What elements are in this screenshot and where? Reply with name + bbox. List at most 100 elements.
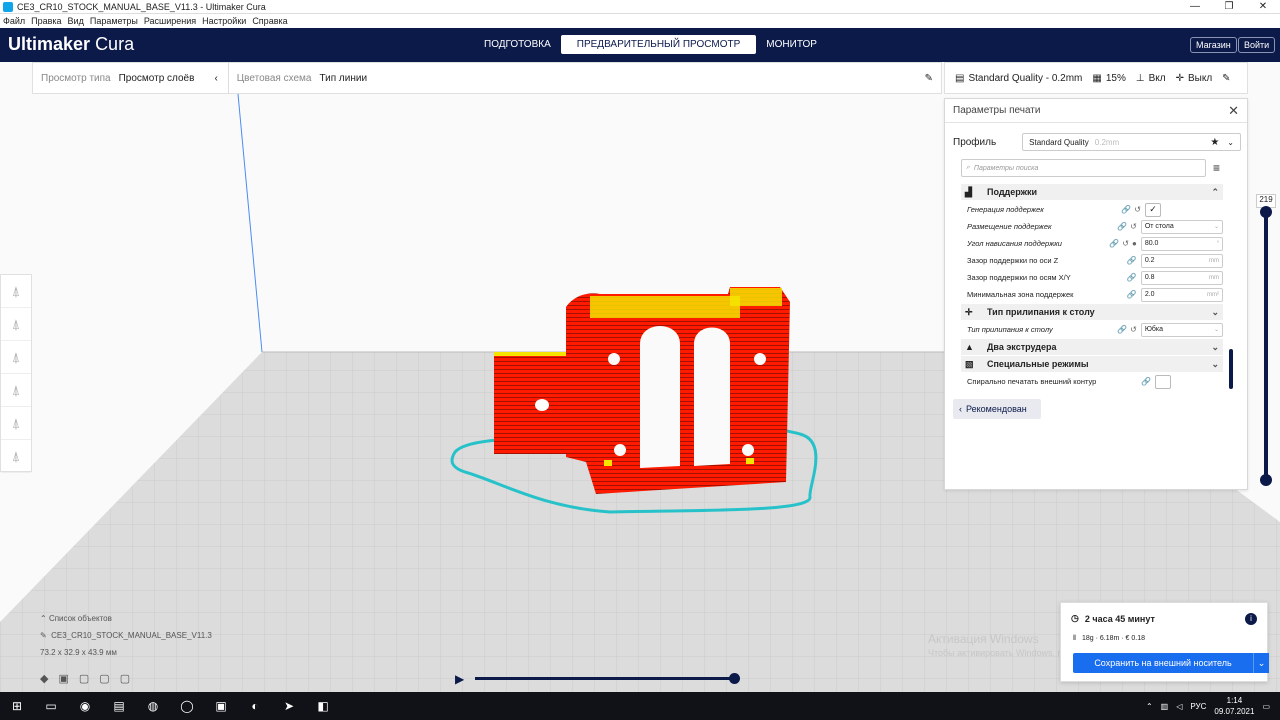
reset-icon[interactable]: ↺ xyxy=(1122,239,1129,248)
tab-prepare[interactable]: ПОДГОТОВКА xyxy=(474,35,561,54)
object-list-toggle[interactable]: Список объектов xyxy=(49,614,112,623)
tab-monitor[interactable]: МОНИТОР xyxy=(756,35,827,54)
layer-track[interactable] xyxy=(1264,214,1268,482)
chevron-down-icon[interactable]: ⌄ xyxy=(1253,653,1269,673)
rotate-tool-icon[interactable]: ⍋ xyxy=(1,341,31,374)
support-blocker-icon[interactable]: ⍋ xyxy=(1,440,31,473)
chevron-down-icon: ⌄ xyxy=(1211,358,1219,369)
link-icon[interactable]: 🔗 xyxy=(1141,377,1151,386)
menu-view[interactable]: Вид xyxy=(65,16,87,26)
pencil-icon[interactable]: ✎ xyxy=(40,631,47,640)
3d-viewport[interactable]: Просмотр типа Просмотр слоёв ‹ Цветовая … xyxy=(0,62,1280,692)
support-xy-distance-input[interactable]: 0.8 mm xyxy=(1140,270,1223,285)
menu-preferences[interactable]: Настройки xyxy=(199,16,249,26)
reset-icon[interactable]: ↺ xyxy=(1134,205,1141,214)
category-adhesion[interactable]: ✛ Тип прилипания к столу ⌄ xyxy=(961,304,1223,320)
category-support[interactable]: ▟ Поддержки ⌃ xyxy=(961,184,1223,200)
recommended-button[interactable]: ‹ Рекомендован xyxy=(953,399,1041,419)
pencil-icon[interactable]: ✎ xyxy=(925,73,933,84)
star-icon[interactable]: ★ xyxy=(1210,137,1219,148)
min-support-area-input[interactable]: 2.0 mm² xyxy=(1140,287,1223,302)
path-track[interactable] xyxy=(475,677,735,680)
move-tool-icon[interactable]: ⍋ xyxy=(1,275,31,308)
profile-select[interactable]: Standard Quality 0.2mm ★ ⌄ xyxy=(1022,133,1241,151)
link-icon[interactable]: 🔗 xyxy=(1109,239,1119,248)
function-icon[interactable]: ● xyxy=(1132,239,1137,248)
info-icon[interactable]: i xyxy=(1245,613,1257,625)
maximize-button[interactable]: ❐ xyxy=(1212,1,1246,12)
view-type-select[interactable]: Просмотр слоёв xyxy=(119,73,195,84)
menu-settings[interactable]: Параметры xyxy=(87,16,141,26)
support-angle-input[interactable]: 80.0 ° xyxy=(1140,236,1223,251)
opera-icon[interactable]: ◯ xyxy=(170,692,204,720)
cura-taskbar-icon[interactable]: ◧ xyxy=(306,692,340,720)
layer-slider[interactable]: 219 xyxy=(1256,194,1276,494)
category-special-modes[interactable]: ▧ Специальные режимы ⌄ xyxy=(961,356,1223,372)
discord-icon[interactable]: ◐ xyxy=(238,692,272,720)
left-view-icon[interactable]: ▢ xyxy=(99,672,109,685)
reset-icon[interactable]: ↺ xyxy=(1130,222,1137,231)
clock[interactable]: 1:14 09.07.2021 xyxy=(1214,695,1254,717)
layer-bottom-handle[interactable] xyxy=(1260,474,1272,486)
menu-edit[interactable]: Правка xyxy=(28,16,64,26)
per-model-settings-icon[interactable]: ⍋ xyxy=(1,407,31,440)
camera-view-buttons: ◆ ▣ ▢ ▢ ▢ xyxy=(40,672,130,685)
minimize-button[interactable]: — xyxy=(1178,1,1212,12)
top-view-icon[interactable]: ▢ xyxy=(79,672,89,685)
menu-extensions[interactable]: Расширения xyxy=(141,16,199,26)
layer-top-handle[interactable] xyxy=(1260,206,1272,218)
tab-preview[interactable]: ПРЕДВАРИТЕЛЬНЫЙ ПРОСМОТР xyxy=(560,35,757,54)
save-to-removable-button[interactable]: Сохранить на внешний носитель xyxy=(1073,653,1253,673)
firefox-icon[interactable]: ◍ xyxy=(136,692,170,720)
right-view-icon[interactable]: ▢ xyxy=(120,672,130,685)
link-icon[interactable]: 🔗 xyxy=(1117,222,1127,231)
object-name: CE3_CR10_STOCK_MANUAL_BASE_V11.3 xyxy=(51,631,212,640)
path-handle[interactable] xyxy=(729,673,740,684)
chrome-icon[interactable]: ◉ xyxy=(68,692,102,720)
mirror-tool-icon[interactable]: ⍋ xyxy=(1,374,31,407)
close-button[interactable]: ✕ xyxy=(1246,1,1280,12)
app-icon[interactable]: ▣ xyxy=(204,692,238,720)
menu-help[interactable]: Справка xyxy=(249,16,290,26)
link-icon[interactable]: 🔗 xyxy=(1127,273,1137,282)
language-indicator[interactable]: РУС xyxy=(1190,702,1206,711)
notifications-icon[interactable]: ▭ xyxy=(1262,702,1270,711)
menu-icon[interactable]: ≡ xyxy=(1213,161,1220,175)
notepad-icon[interactable]: ▤ xyxy=(102,692,136,720)
play-icon[interactable]: ▶ xyxy=(455,672,464,686)
app-header: Ultimaker Cura ПОДГОТОВКА ПРЕДВАРИТЕЛЬНЫ… xyxy=(0,28,1280,62)
adhesion-type-select[interactable]: Юбка ⌄ xyxy=(1140,322,1223,337)
tray-chevron-icon[interactable]: ⌃ xyxy=(1146,702,1153,711)
close-icon[interactable]: ✕ xyxy=(1228,103,1239,119)
3d-view-icon[interactable]: ◆ xyxy=(40,672,48,685)
network-icon[interactable]: ▥ xyxy=(1161,702,1169,711)
telegram-icon[interactable]: ➤ xyxy=(272,692,306,720)
chevron-left-icon[interactable]: ‹ xyxy=(214,73,217,84)
window-title: CE3_CR10_STOCK_MANUAL_BASE_V11.3 - Ultim… xyxy=(17,1,266,12)
support-placement-select[interactable]: От стола ⌄ xyxy=(1140,219,1223,234)
signin-button[interactable]: Войти xyxy=(1238,37,1276,53)
settings-scrollbar[interactable] xyxy=(1229,349,1233,389)
link-icon[interactable]: 🔗 xyxy=(1117,325,1127,334)
print-settings-bar[interactable]: ▤ Standard Quality - 0.2mm ▦ 15% ⊥ Вкл ✛ Вык… xyxy=(944,62,1248,94)
generate-support-checkbox[interactable]: ✓ xyxy=(1145,202,1161,217)
link-icon[interactable]: 🔗 xyxy=(1121,205,1131,214)
pencil-icon[interactable]: ✎ xyxy=(1222,73,1230,84)
scale-tool-icon[interactable]: ⍋ xyxy=(1,308,31,341)
category-dual-extrusion[interactable]: ▲ Два экструдера ⌄ xyxy=(961,339,1223,355)
marketplace-button[interactable]: Магазин xyxy=(1190,37,1237,53)
color-scheme-select[interactable]: Тип линии xyxy=(319,73,367,84)
volume-icon[interactable]: ◁ xyxy=(1176,702,1182,711)
front-view-icon[interactable]: ▣ xyxy=(58,672,68,685)
chevron-up-icon[interactable]: ⌃ xyxy=(40,614,47,623)
settings-search-input[interactable]: ⌕ Параметры поиска xyxy=(961,159,1206,177)
menu-file[interactable]: Файл xyxy=(0,16,28,26)
reset-icon[interactable]: ↺ xyxy=(1130,325,1137,334)
file-explorer-icon[interactable]: ▭ xyxy=(34,692,68,720)
output-panel: ◷ 2 часа 45 минут i ⫴ 18g · 6.18m · € 0.18… xyxy=(1060,602,1269,682)
windows-start-icon[interactable]: ⊞ xyxy=(0,692,34,720)
spiralize-checkbox[interactable] xyxy=(1155,374,1171,389)
link-icon[interactable]: 🔗 xyxy=(1127,290,1137,299)
link-icon[interactable]: 🔗 xyxy=(1127,256,1137,265)
support-z-distance-input[interactable]: 0.2 mm xyxy=(1140,253,1223,268)
